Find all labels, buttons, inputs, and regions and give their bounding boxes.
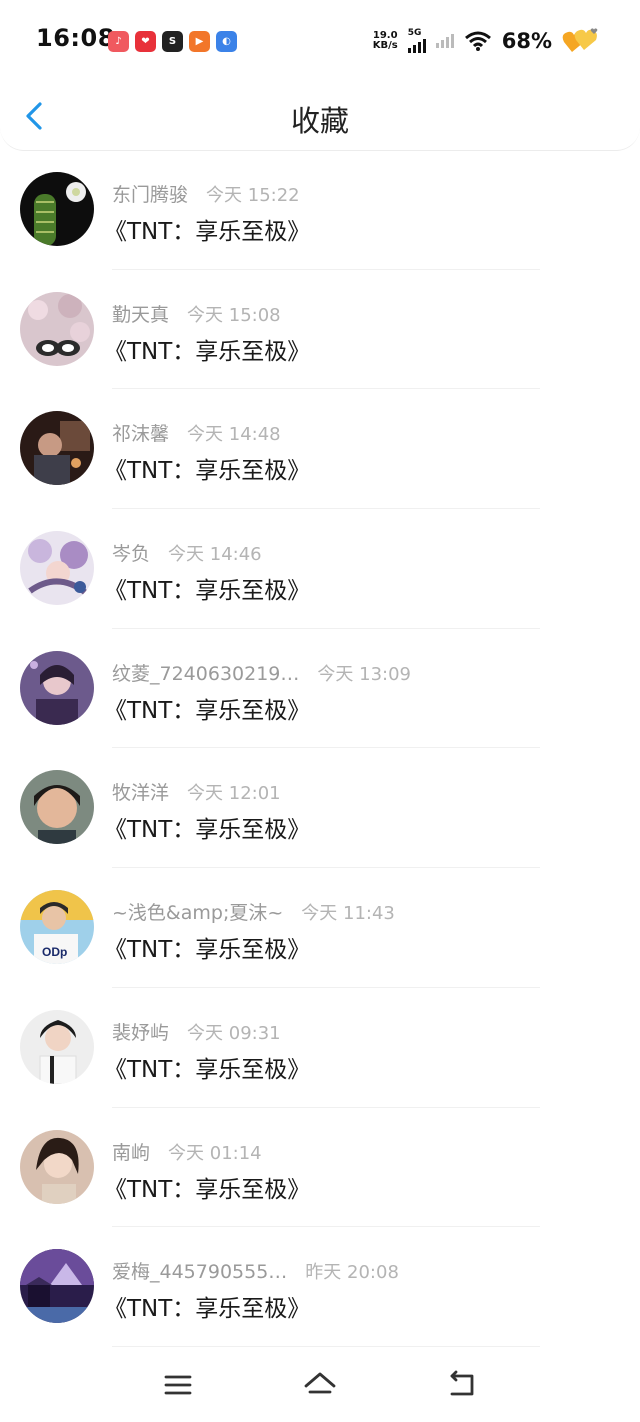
notification-icons: ♪ ❤ S ▶ ◐ [108,31,237,52]
heart-battery-icon [562,28,598,52]
music-app-icon: ♪ [108,31,129,52]
video-app-icon: ▶ [189,31,210,52]
avatar[interactable] [20,291,94,366]
list-item[interactable]: 勤天真 今天 15:08 《TNT：享乐至极》 [0,270,640,390]
top-app-bar: 收藏 [0,84,640,151]
status-time: 16:08 [36,24,115,52]
user-name: 南岣 [112,1141,151,1164]
user-name: 东门腾骏 [112,184,189,206]
list-item[interactable]: 岑负 今天 14:46 《TNT：享乐至极》 [0,509,640,629]
list-item[interactable]: 纹菱_7240630219… 今天 13:09 《TNT：享乐至极》 [0,629,640,749]
avatar[interactable] [20,531,94,606]
user-name: 祁沫馨 [112,423,170,446]
favorite-content: 《TNT：享乐至极》 [104,578,311,605]
timestamp: 今天 15:08 [187,304,281,326]
list-item[interactable]: 南岣 今天 01:14 《TNT：享乐至极》 [0,1108,640,1228]
list-item[interactable]: ODp ~浅色&amp;夏沫~ 今天 11:43 《TNT：享乐至极》 [0,868,640,988]
favorites-list: 东门腾骏 今天 15:22 《TNT：享乐至极》 勤天真 今天 15:08 《TNT… [0,150,640,1347]
list-item[interactable]: 裴妤屿 今天 09:31 《TNT：享乐至极》 [0,988,640,1108]
favorite-content: 《TNT：享乐至极》 [104,817,311,844]
wifi-icon [464,31,491,51]
favorite-content: 《TNT：享乐至极》 [104,1056,311,1083]
soul-app-icon: S [162,31,183,52]
avatar[interactable] [20,770,94,845]
user-name: 纹菱_7240630219… [112,662,300,685]
avatar[interactable] [20,1249,94,1324]
avatar[interactable] [20,1009,94,1084]
timestamp: 今天 12:01 [187,783,281,805]
favorite-content: 《TNT：享乐至极》 [104,697,311,724]
status-bar: 16:08 ♪ ❤ S ▶ ◐ 19.0 KB/s 5G 68% [0,0,640,84]
battery-level: 68% [501,29,552,53]
favorite-content: 《TNT：享乐至极》 [104,937,311,964]
user-name: 勤天真 [112,303,170,326]
list-item[interactable]: 东门腾骏 今天 15:22 《TNT：享乐至极》 [0,150,640,270]
avatar[interactable] [20,411,94,486]
browser-app-icon: ◐ [216,31,237,52]
favorite-content: 《TNT：享乐至极》 [104,458,311,485]
avatar[interactable] [20,172,94,246]
timestamp: 今天 14:46 [168,544,262,566]
page-title: 收藏 [290,104,349,138]
menu-icon[interactable] [160,1368,196,1402]
network-speed: 19.0 KB/s [372,30,398,51]
timestamp: 昨天 20:08 [305,1262,399,1284]
user-name: ~浅色&amp;夏沫~ [112,902,284,925]
avatar[interactable] [20,1129,94,1204]
favorite-content: 《TNT：享乐至极》 [104,219,311,245]
avatar[interactable]: ODp [20,890,94,965]
back-icon[interactable] [444,1368,480,1402]
user-name: 爱梅_445790555… [112,1261,288,1284]
list-item[interactable]: 牧洋洋 今天 12:01 《TNT：享乐至极》 [0,748,640,869]
favorite-content: 《TNT：享乐至极》 [104,1176,311,1203]
favorite-content: 《TNT：享乐至极》 [104,338,311,365]
timestamp: 今天 09:31 [187,1022,281,1044]
signal-strength-icon: 5G [407,29,426,53]
timestamp: 今天 14:48 [187,424,281,446]
timestamp: 今天 01:14 [168,1142,262,1164]
list-item[interactable]: 祁沫馨 今天 14:48 《TNT：享乐至极》 [0,389,640,510]
user-name: 牧洋洋 [112,782,170,805]
favorite-content: 《TNT：享乐至极》 [104,1296,311,1323]
timestamp: 今天 11:43 [301,903,395,925]
user-name: 岑负 [112,543,151,566]
signal-sim2-icon [435,34,454,48]
timestamp: 今天 15:22 [206,185,300,206]
system-nav-bar [0,1346,640,1422]
svg-text:ODp: ODp [42,945,67,959]
list-item[interactable]: 爱梅_445790555… 昨天 20:08 《TNT：享乐至极》 [0,1227,640,1347]
timestamp: 今天 13:09 [317,663,411,685]
avatar[interactable] [20,650,94,725]
home-icon[interactable] [302,1368,338,1402]
user-name: 裴妤屿 [112,1021,170,1044]
heart-app-icon: ❤ [135,31,156,52]
